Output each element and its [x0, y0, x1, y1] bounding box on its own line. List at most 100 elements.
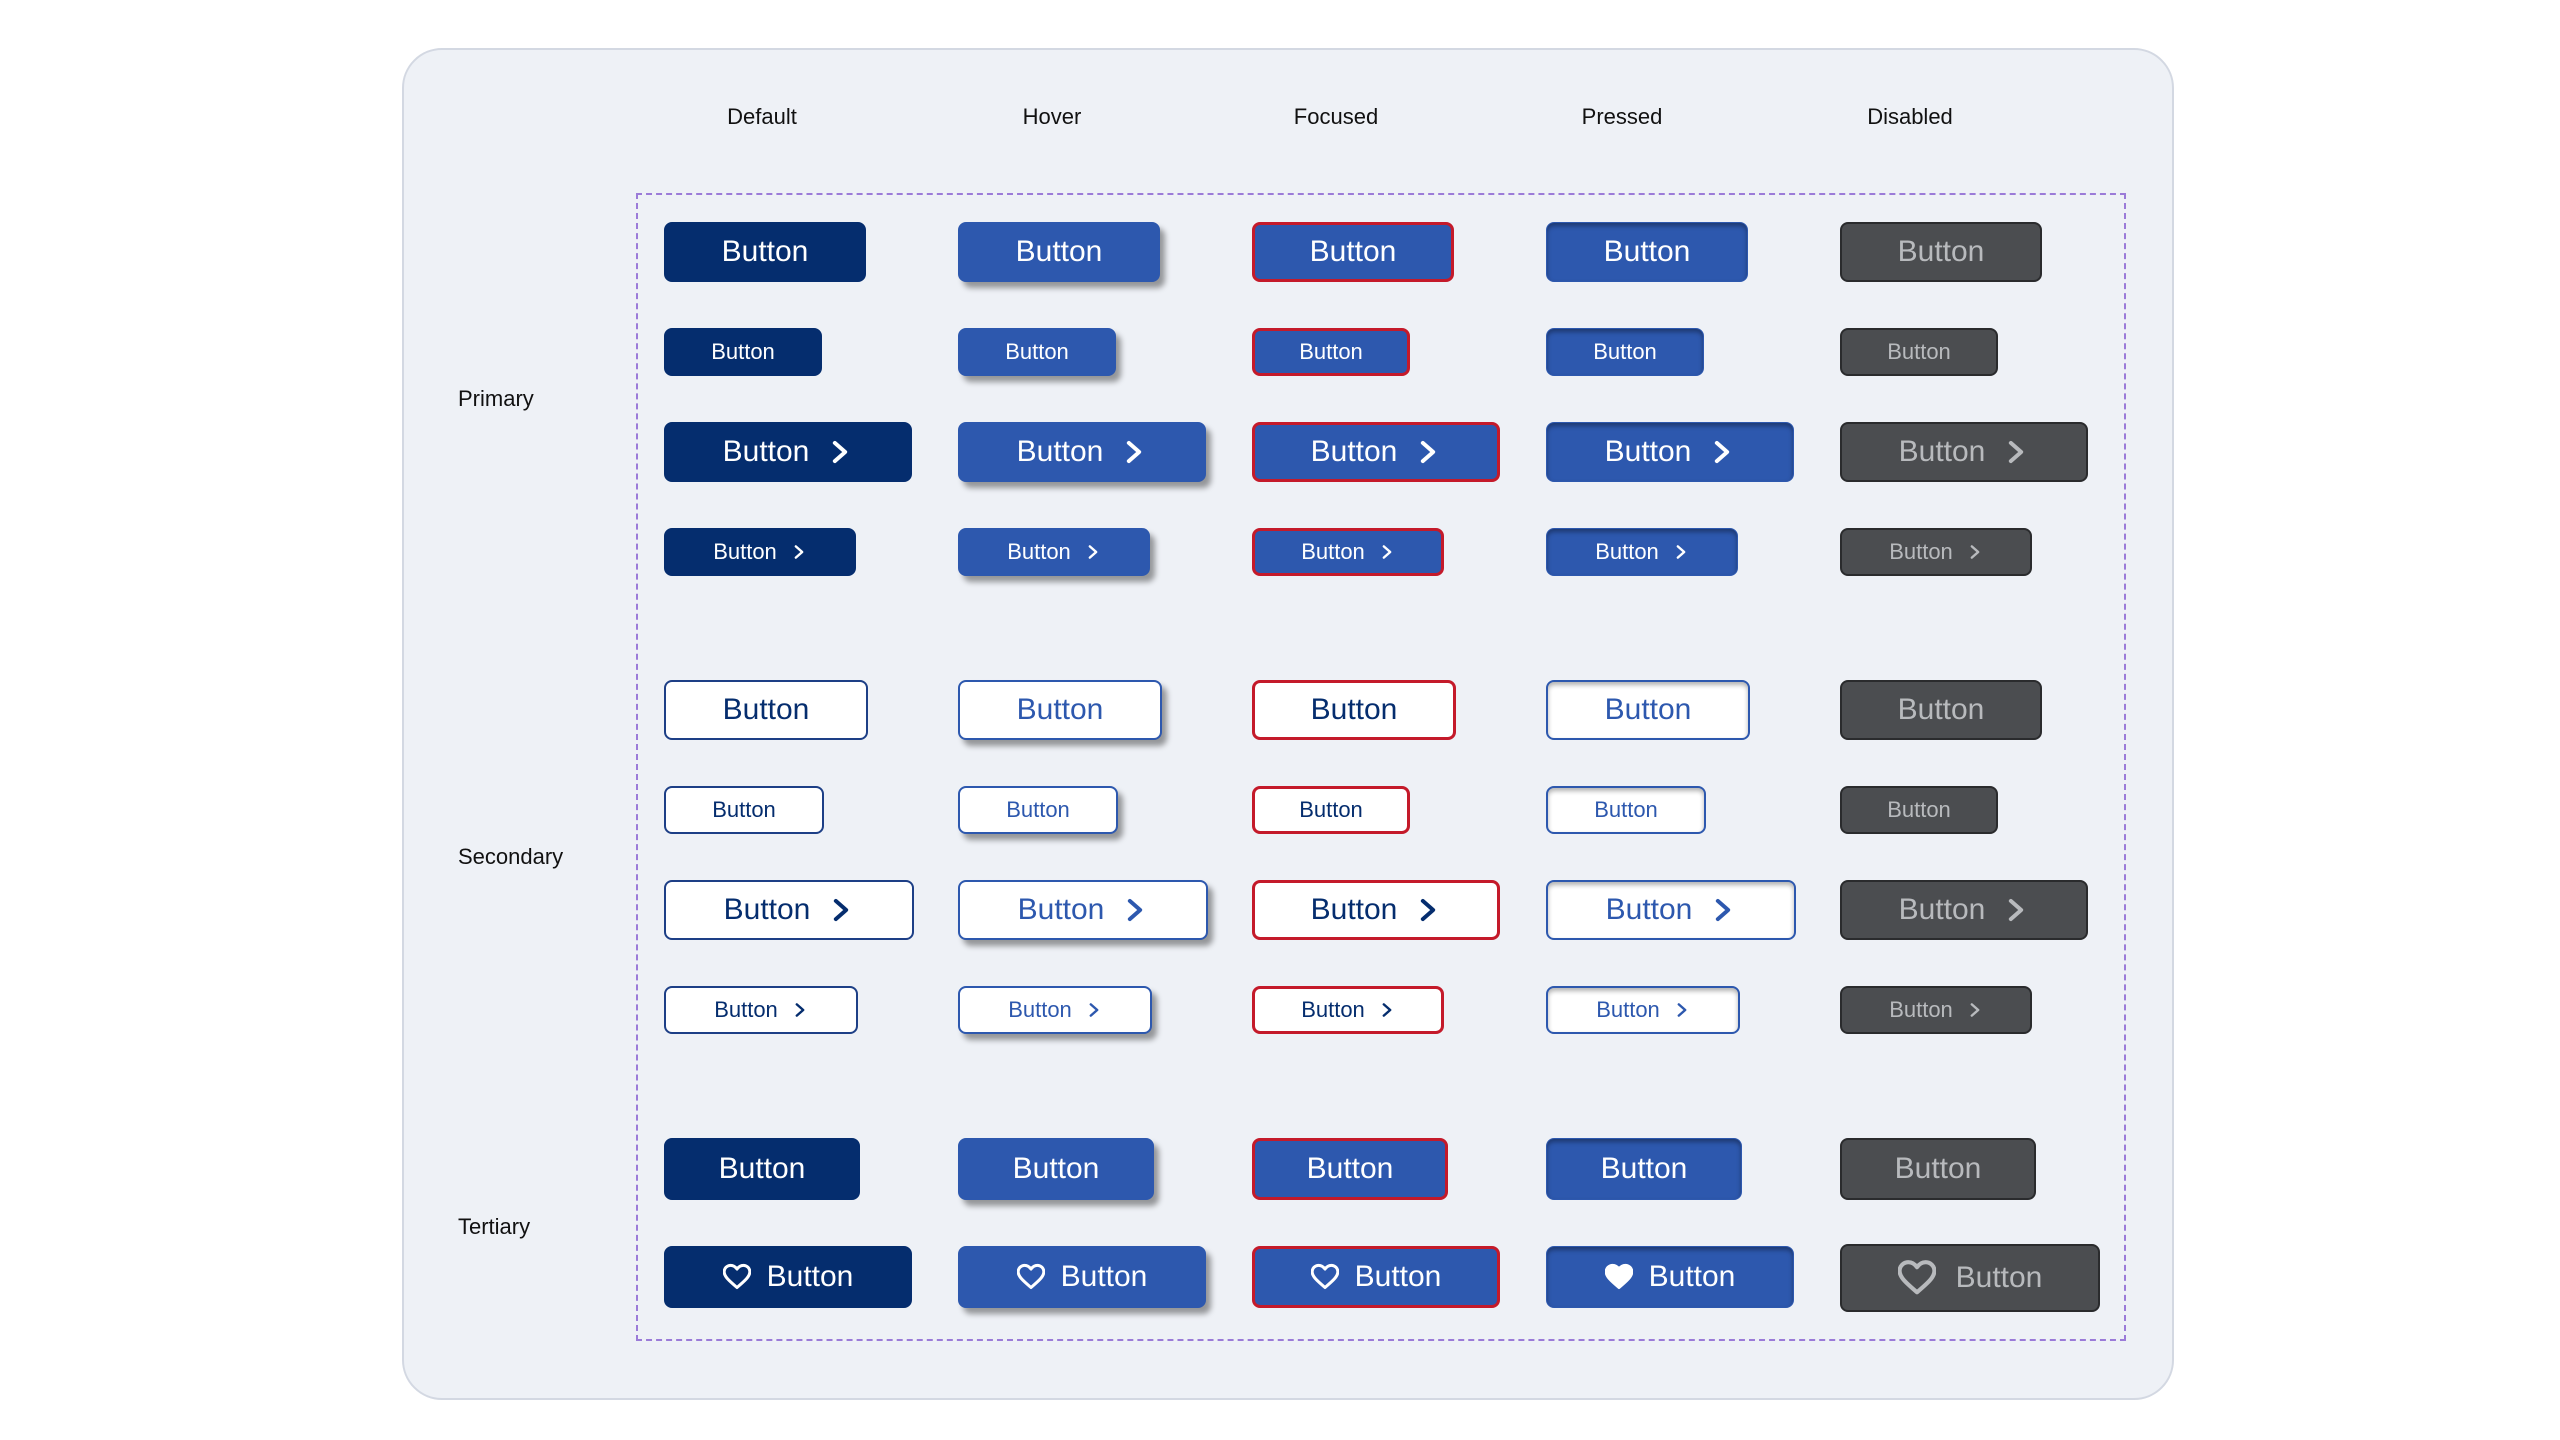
button-label: Button	[1955, 1261, 2043, 1294]
primary-button-focused-chevron[interactable]: Button	[1252, 422, 1500, 482]
button-label: Button	[714, 997, 778, 1022]
secondary-button-focused[interactable]: Button	[1252, 786, 1410, 834]
primary-button-hover-chevron[interactable]: Button	[958, 422, 1206, 482]
secondary-button-focused-chevron[interactable]: Button	[1252, 880, 1500, 940]
primary-button-disabled: Button	[1840, 328, 1998, 376]
secondary-button-focused[interactable]: Button	[1252, 680, 1456, 740]
button-label: Button	[711, 339, 775, 364]
button-label: Button	[1301, 997, 1365, 1022]
button-label: Button	[1897, 693, 1985, 726]
secondary-button-pressed-chevron[interactable]: Button	[1546, 986, 1740, 1034]
row-label-tertiary: Tertiary	[458, 1214, 531, 1239]
secondary-button-disabled: Button	[1840, 786, 1998, 834]
tertiary-button-focused-heart[interactable]: Button	[1252, 1246, 1500, 1308]
row-label-primary: Primary	[458, 386, 534, 411]
button-label: Button	[766, 1260, 854, 1293]
primary-button-pressed-chevron[interactable]: Button	[1546, 422, 1794, 482]
button-label: Button	[1016, 435, 1104, 468]
primary-button-pressed-chevron[interactable]: Button	[1546, 528, 1738, 576]
primary-button-focused-chevron[interactable]: Button	[1252, 528, 1444, 576]
secondary-button-hover[interactable]: Button	[958, 680, 1162, 740]
chevron-right-icon	[1967, 544, 1983, 560]
button-label: Button	[1887, 797, 1951, 822]
chevron-right-icon	[1086, 1002, 1102, 1018]
heart-icon	[1016, 1263, 1045, 1291]
tertiary-button-default[interactable]: Button	[664, 1138, 860, 1200]
primary-button-hover-chevron[interactable]: Button	[958, 528, 1150, 576]
secondary-button-hover[interactable]: Button	[958, 786, 1118, 834]
button-label: Button	[1060, 1260, 1148, 1293]
primary-button-disabled-chevron: Button	[1840, 422, 2088, 482]
button-label: Button	[1310, 435, 1398, 468]
primary-button-pressed[interactable]: Button	[1546, 328, 1704, 376]
tertiary-button-disabled: Button	[1840, 1138, 2036, 1200]
chevron-right-icon	[827, 439, 853, 465]
chevron-right-icon	[1709, 439, 1735, 465]
button-label: Button	[1889, 997, 1953, 1022]
chevron-right-icon	[1415, 439, 1441, 465]
button-label: Button	[1593, 339, 1657, 364]
secondary-button-disabled-chevron: Button	[1840, 880, 2088, 940]
button-label: Button	[1299, 339, 1363, 364]
chevron-right-icon	[1673, 544, 1689, 560]
tertiary-button-pressed[interactable]: Button	[1546, 1138, 1742, 1200]
primary-button-default[interactable]: Button	[664, 222, 866, 282]
primary-button-pressed[interactable]: Button	[1546, 222, 1748, 282]
button-label: Button	[1008, 997, 1072, 1022]
secondary-button-hover-chevron[interactable]: Button	[958, 986, 1152, 1034]
secondary-button-hover-chevron[interactable]: Button	[958, 880, 1208, 940]
button-label: Button	[1594, 797, 1658, 822]
button-label: Button	[1595, 539, 1659, 564]
chevron-right-icon	[2003, 897, 2029, 923]
button-label: Button	[713, 539, 777, 564]
button-label: Button	[1604, 435, 1692, 468]
button-label: Button	[1005, 339, 1069, 364]
secondary-button-default-chevron[interactable]: Button	[664, 986, 858, 1034]
secondary-button-pressed[interactable]: Button	[1546, 786, 1706, 834]
primary-button-default-chevron[interactable]: Button	[664, 422, 912, 482]
primary-button-focused[interactable]: Button	[1252, 222, 1454, 282]
button-label: Button	[712, 797, 776, 822]
tertiary-button-pressed-heart[interactable]: Button	[1546, 1246, 1794, 1308]
primary-button-hover[interactable]: Button	[958, 328, 1116, 376]
button-label: Button	[1894, 1152, 1982, 1185]
chevron-right-icon	[1085, 544, 1101, 560]
tertiary-button-default-heart[interactable]: Button	[664, 1246, 912, 1308]
tertiary-button-focused[interactable]: Button	[1252, 1138, 1448, 1200]
chevron-right-icon	[791, 544, 807, 560]
button-label: Button	[1889, 539, 1953, 564]
secondary-button-default[interactable]: Button	[664, 680, 868, 740]
button-label: Button	[1015, 235, 1103, 268]
column-label-hover: Hover	[1022, 104, 1082, 129]
button-label: Button	[1310, 893, 1398, 926]
chevron-right-icon	[1122, 897, 1148, 923]
button-label: Button	[1596, 997, 1660, 1022]
primary-button-focused[interactable]: Button	[1252, 328, 1410, 376]
column-label-pressed: Pressed	[1581, 104, 1663, 129]
tertiary-button-hover-heart[interactable]: Button	[958, 1246, 1206, 1308]
heart-icon	[722, 1263, 751, 1291]
tertiary-button-disabled-heart: Button	[1840, 1244, 2100, 1312]
secondary-button-focused-chevron[interactable]: Button	[1252, 986, 1444, 1034]
button-label: Button	[1887, 339, 1951, 364]
secondary-button-pressed-chevron[interactable]: Button	[1546, 880, 1796, 940]
tertiary-button-hover[interactable]: Button	[958, 1138, 1154, 1200]
button-label: Button	[1301, 539, 1365, 564]
button-label: Button	[1006, 797, 1070, 822]
primary-button-disabled-chevron: Button	[1840, 528, 2032, 576]
button-label: Button	[1310, 693, 1398, 726]
secondary-button-default-chevron[interactable]: Button	[664, 880, 914, 940]
secondary-button-pressed[interactable]: Button	[1546, 680, 1750, 740]
button-label: Button	[718, 1152, 806, 1185]
button-label: Button	[1898, 435, 1986, 468]
button-label: Button	[1016, 693, 1104, 726]
primary-button-default[interactable]: Button	[664, 328, 822, 376]
button-label: Button	[1299, 797, 1363, 822]
primary-button-default-chevron[interactable]: Button	[664, 528, 856, 576]
secondary-button-default[interactable]: Button	[664, 786, 824, 834]
chevron-right-icon	[1415, 897, 1441, 923]
chevron-right-icon	[1379, 1002, 1395, 1018]
column-label-focused: Focused	[1293, 104, 1379, 129]
primary-button-disabled: Button	[1840, 222, 2042, 282]
primary-button-hover[interactable]: Button	[958, 222, 1160, 282]
